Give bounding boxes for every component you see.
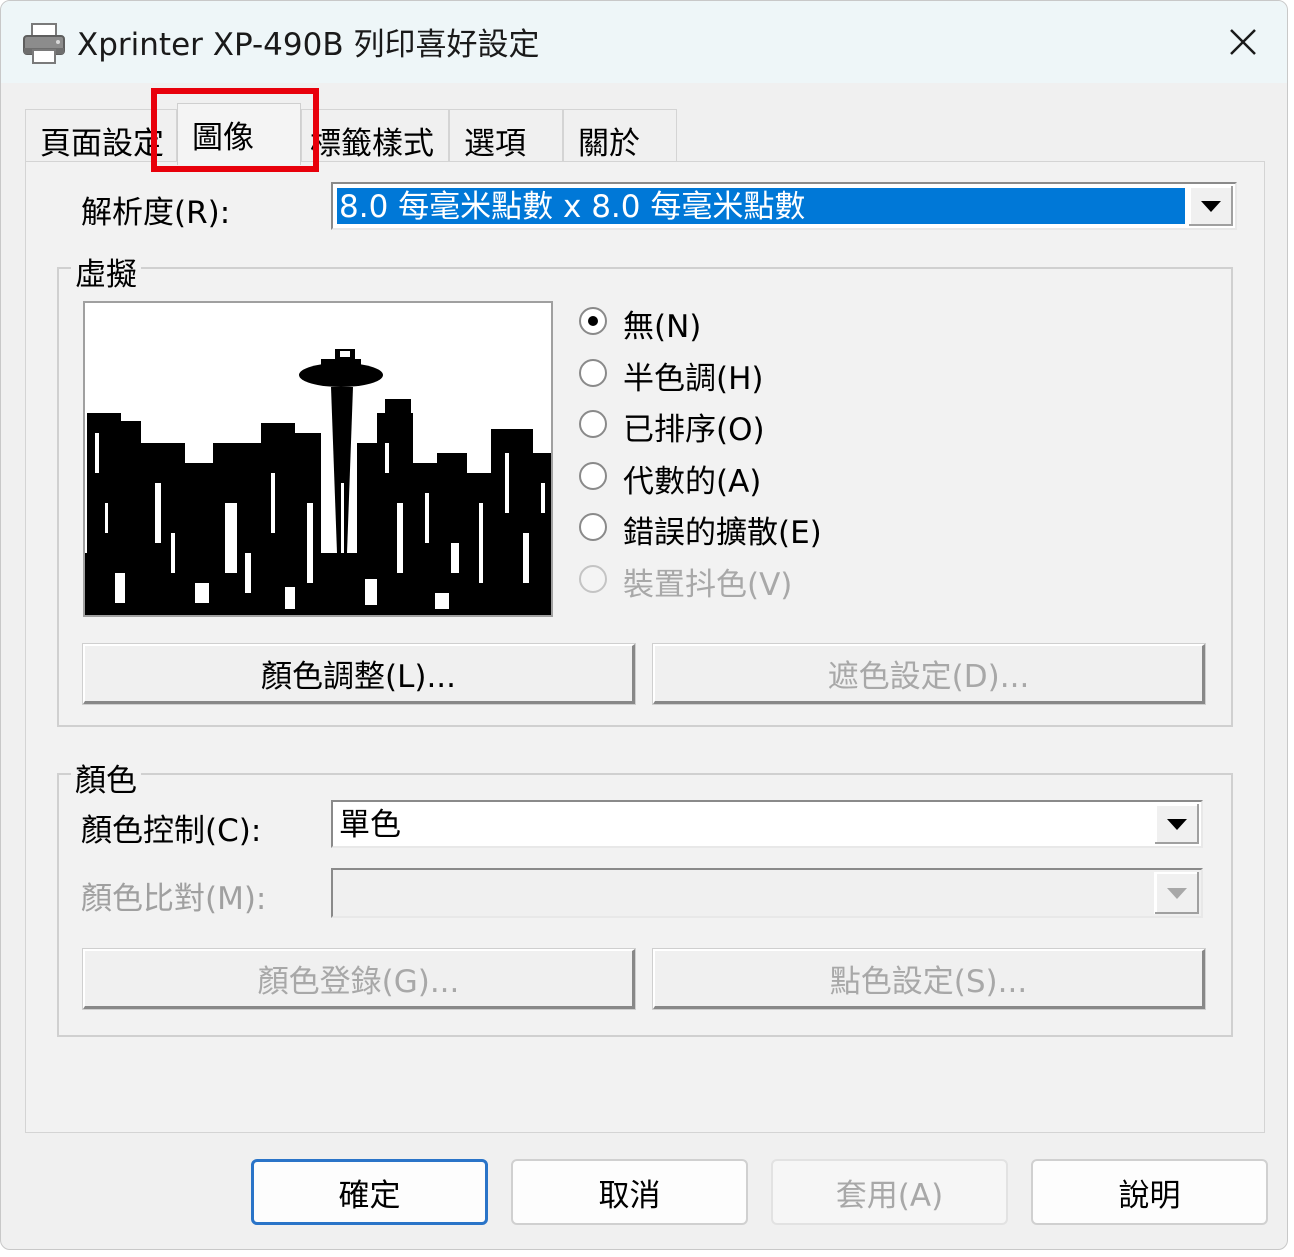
city-skyline-image	[85, 303, 551, 615]
resolution-label: 解析度(R):	[81, 195, 231, 231]
radio-label: 裝置抖色(V)	[623, 567, 793, 603]
tab-label-style[interactable]: 標籤樣式	[301, 109, 449, 161]
close-button[interactable]	[1213, 15, 1273, 69]
tab-label: 選項	[464, 126, 526, 161]
printer-preferences-dialog: Xprinter XP-490B 列印喜好設定 頁面設定 圖像 標籤樣式 選項 …	[0, 0, 1288, 1250]
color-control-select[interactable]: 單色	[331, 800, 1203, 848]
dithering-preview-image	[83, 301, 553, 617]
color-matching-label: 顏色比對(M):	[81, 881, 267, 917]
printer-icon	[23, 23, 65, 64]
tab-label: 圖像	[192, 120, 254, 156]
spot-color-settings-button: 點色設定(S)...	[653, 949, 1205, 1009]
cancel-button[interactable]: 取消	[511, 1159, 748, 1225]
radio-checked-dot	[588, 316, 598, 326]
resolution-select[interactable]: 8.0 每毫米點數 x 8.0 每毫米點數	[331, 182, 1237, 230]
dropdown-button[interactable]	[1188, 186, 1233, 226]
color-adjust-button[interactable]: 顏色調整(L)...	[83, 644, 635, 704]
tab-about[interactable]: 關於	[563, 109, 677, 161]
close-icon	[1230, 29, 1256, 55]
tab-label: 頁面設定	[40, 126, 164, 161]
window-title: Xprinter XP-490B 列印喜好設定	[77, 27, 540, 63]
radio-circle	[579, 359, 607, 387]
radio-label: 無(N)	[623, 309, 702, 345]
tab-label: 標籤樣式	[310, 126, 434, 161]
tab-image[interactable]: 圖像	[177, 103, 301, 165]
chevron-down-icon	[1201, 200, 1221, 212]
mask-settings-button: 遮色設定(D)...	[653, 644, 1205, 704]
color-matching-value	[337, 874, 1151, 912]
title-bar: Xprinter XP-490B 列印喜好設定	[1, 1, 1287, 83]
color-register-button: 顏色登錄(G)...	[83, 949, 635, 1009]
tab-page-setup[interactable]: 頁面設定	[25, 109, 177, 161]
ok-button[interactable]: 確定	[251, 1159, 488, 1225]
radio-circle	[579, 410, 607, 438]
dropdown-button[interactable]	[1154, 804, 1199, 844]
color-control-label: 顏色控制(C):	[81, 813, 262, 849]
tab-options[interactable]: 選項	[449, 109, 563, 161]
radio-circle	[579, 462, 607, 490]
radio-label: 已排序(O)	[623, 412, 765, 448]
dropdown-button	[1154, 872, 1199, 914]
radio-circle	[579, 307, 607, 335]
color-group-title: 顏色	[71, 755, 141, 800]
radio-label: 錯誤的擴散(E)	[623, 515, 822, 551]
chevron-down-icon	[1167, 887, 1187, 899]
radio-circle	[579, 513, 607, 541]
dithering-group-title: 虛擬	[71, 249, 141, 294]
help-button[interactable]: 說明	[1031, 1159, 1268, 1225]
radio-label: 代數的(A)	[623, 464, 762, 500]
tab-label: 關於	[578, 126, 640, 161]
color-control-value: 單色	[339, 807, 401, 842]
radio-label: 半色調(H)	[623, 361, 764, 397]
radio-circle	[579, 565, 607, 593]
apply-button: 套用(A)	[771, 1159, 1008, 1225]
color-matching-select	[331, 868, 1203, 918]
chevron-down-icon	[1167, 818, 1187, 830]
resolution-value: 8.0 每毫米點數 x 8.0 每毫米點數	[337, 188, 1185, 224]
